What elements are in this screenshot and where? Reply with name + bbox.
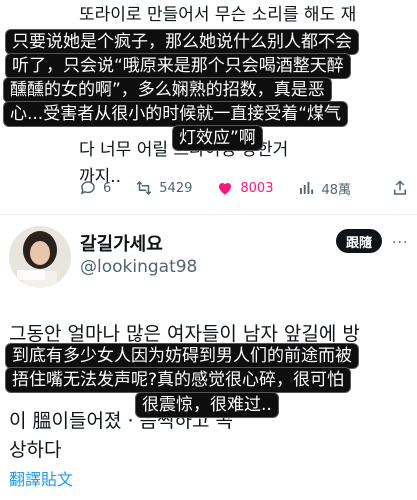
subtitle-line: 听了，只会说“哦原来是那个只会喝酒整天醉: [5, 53, 351, 79]
subtitle-line: 捂住嘴无法发声呢?真的感觉很心碎，很可怕: [5, 367, 352, 393]
subtitle-line: 灯效应”啊: [172, 125, 263, 151]
reply-count: 6: [103, 180, 112, 196]
retweet-icon: [137, 180, 152, 196]
translate-post-link[interactable]: 翻譯貼文: [9, 466, 73, 490]
author-name[interactable]: 갈길가세요: [80, 230, 163, 256]
subtitle-line: 醺醺的女的啊”，多么娴熟的招数，真是恶: [3, 77, 332, 103]
reply-icon: [80, 181, 95, 195]
reply-button[interactable]: 6: [79, 179, 111, 197]
subtitle-line: 很震惊，很难过..: [135, 392, 279, 418]
avatar[interactable]: [9, 226, 71, 288]
subtitle-line: 只要说她是个疯子，那么她说什么别人都不会: [5, 29, 359, 55]
retweet-button[interactable]: 5429: [135, 179, 192, 197]
retweet-count: 5429: [159, 180, 193, 196]
divider: [0, 214, 417, 215]
views-icon: [300, 182, 314, 194]
subtitle-line: 到底有多少女人因为妨碍到男人们的前途而被: [5, 343, 359, 369]
like-count: 8003: [240, 180, 274, 196]
share-button[interactable]: [391, 179, 409, 197]
author-handle[interactable]: @lookingat98: [80, 257, 197, 277]
avatar-image: [9, 226, 71, 288]
heart-icon: [219, 182, 232, 195]
like-button[interactable]: 8003: [216, 179, 273, 197]
tweet1-action-bar: 6 5429 8003 48萬: [79, 176, 409, 200]
tweet2-line: 상하다: [9, 439, 62, 461]
views-button[interactable]: 48萬: [297, 179, 351, 198]
subtitle-line: 心...受害者从很小的时候就一直接受着“煤气: [3, 101, 349, 127]
tweet1-line: 또라이로 만들어서 무슨 소리를 해도 재: [79, 5, 357, 25]
share-icon: [394, 180, 406, 195]
more-options-icon[interactable]: ···: [392, 235, 408, 251]
follow-button[interactable]: 跟隨: [336, 229, 382, 253]
views-count: 48萬: [321, 182, 352, 198]
